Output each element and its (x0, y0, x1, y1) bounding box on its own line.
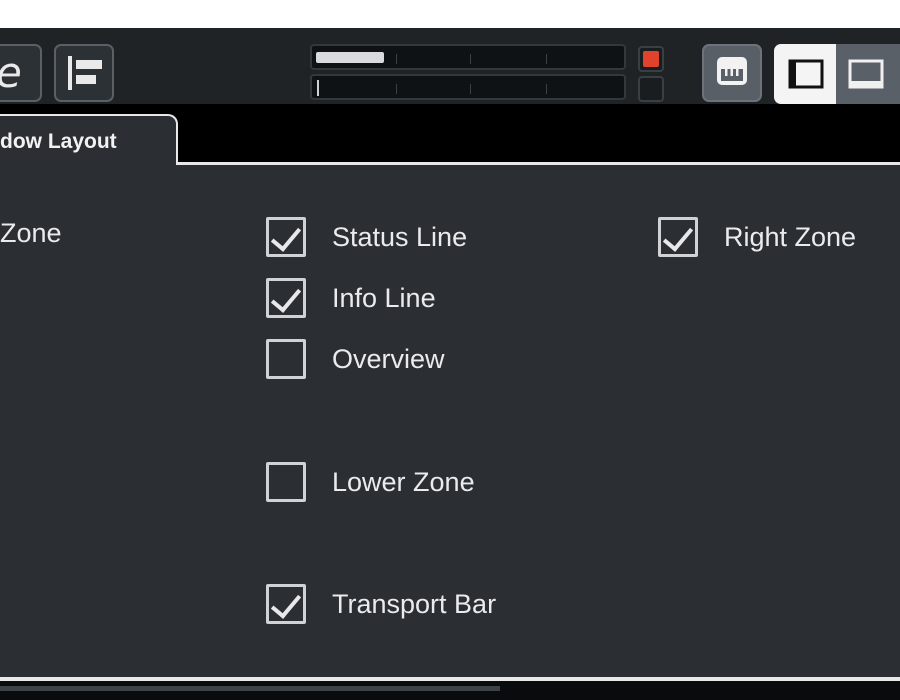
status-line-label: Status Line (332, 221, 468, 252)
level-meter-fill (316, 52, 384, 63)
level-meters (310, 44, 626, 102)
zone-toggle-group (774, 44, 900, 104)
lower-zone-icon (848, 59, 884, 89)
info-line-option[interactable]: Info Line (266, 278, 436, 318)
status-line-option[interactable]: Status Line (266, 217, 467, 257)
lower-zone-label: Lower Zone (332, 466, 475, 497)
left-zone-icon (788, 59, 824, 89)
right-zone-checkbox[interactable] (658, 217, 698, 257)
clip-indicator[interactable] (638, 46, 664, 72)
e-logo-button[interactable]: e (0, 44, 42, 102)
e-logo-icon: e (0, 48, 22, 98)
lower-zone-checkbox[interactable] (266, 462, 306, 502)
level-meter-1 (310, 44, 626, 70)
level-meter-cursor (317, 80, 319, 96)
status-line-checkbox[interactable] (266, 217, 306, 257)
level-meter-2 (310, 74, 626, 100)
window-layout-panel: Zone Status Line Info Line Overview Lowe… (0, 165, 900, 677)
tab-label: dow Layout (0, 130, 117, 153)
clip-indicator-2[interactable] (638, 76, 664, 102)
midi-keyboard-icon (717, 57, 747, 85)
left-zone-button[interactable] (774, 44, 836, 104)
overview-checkbox[interactable] (266, 339, 306, 379)
lower-zone-button[interactable] (836, 44, 900, 104)
right-zone-option[interactable]: Right Zone (658, 217, 856, 257)
align-left-button[interactable] (54, 44, 114, 102)
midi-keyboard-button[interactable] (702, 44, 762, 102)
left-zone-label: Zone (0, 218, 62, 248)
info-line-label: Info Line (332, 282, 436, 313)
bottom-ruler-bar (0, 686, 500, 691)
overview-label: Overview (332, 343, 445, 374)
transport-bar-label: Transport Bar (332, 588, 497, 619)
tab-window-layout[interactable]: dow Layout (0, 114, 178, 166)
transport-bar-option[interactable]: Transport Bar (266, 584, 496, 624)
right-zone-label: Right Zone (724, 221, 857, 252)
info-line-checkbox[interactable] (266, 278, 306, 318)
transport-bar-checkbox[interactable] (266, 584, 306, 624)
overview-option[interactable]: Overview (266, 339, 445, 379)
lower-zone-option[interactable]: Lower Zone (266, 462, 475, 502)
align-left-icon (68, 56, 102, 90)
